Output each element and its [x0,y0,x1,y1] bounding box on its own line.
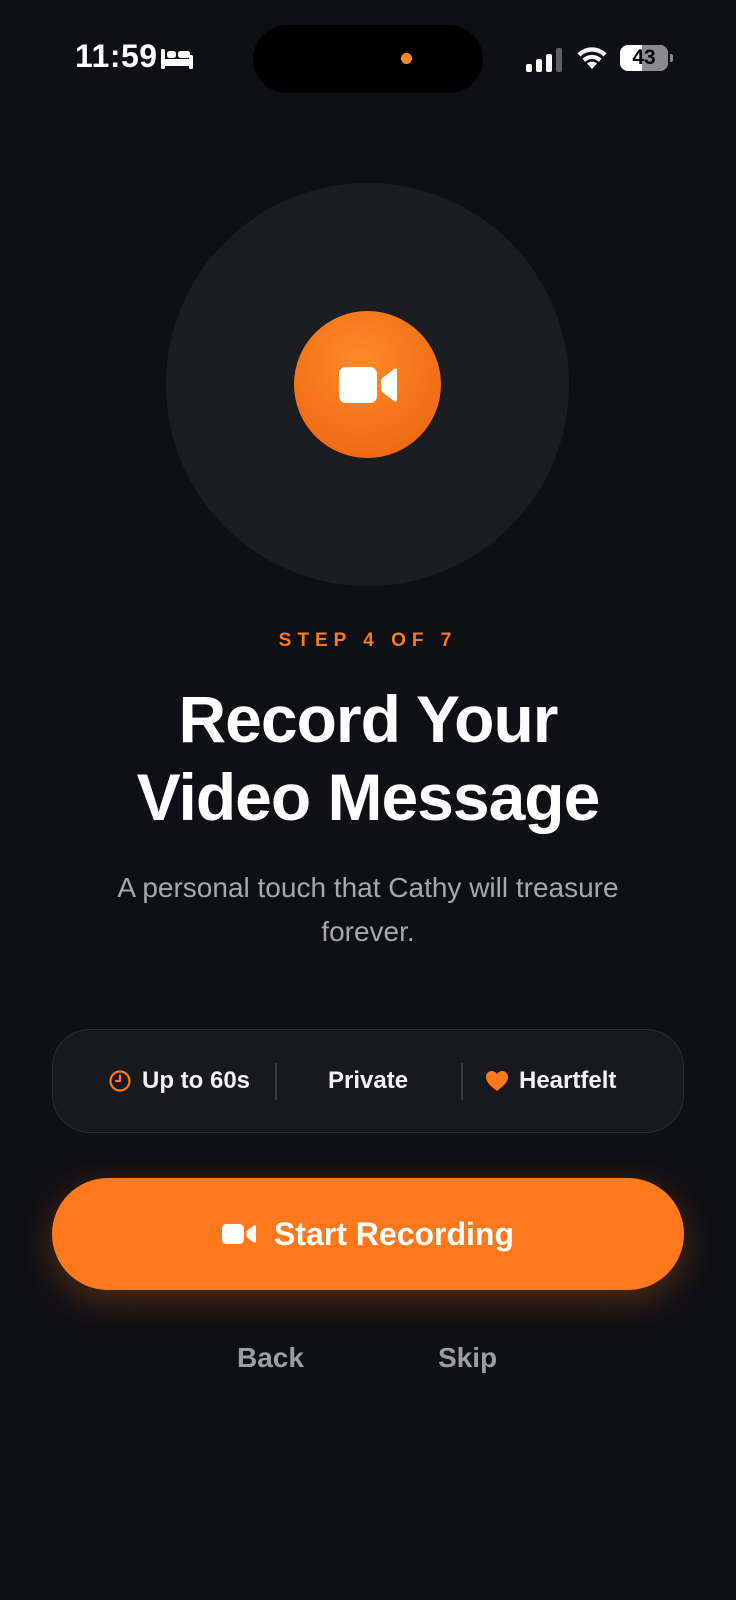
wifi-icon [577,47,607,69]
feature-privacy-label: Private [328,1067,409,1094]
feature-duration: Up to 60s [108,1030,250,1132]
video-camera-icon [338,366,397,403]
feature-privacy: Private [328,1030,408,1132]
page-title-line-2: Video Message [136,760,601,834]
heart-icon [486,1071,508,1091]
page-title: Record Your Video Message [0,680,736,836]
skip-button[interactable]: Skip [438,1342,497,1374]
battery-level: 43 [632,46,656,69]
start-recording-label: Start Recording [273,1215,515,1252]
dynamic-island [253,25,483,93]
feature-pill: Up to 60s Private Heartfelt [52,1029,684,1133]
clock-icon [109,1070,131,1092]
page-title-line-1: Record Your [178,682,559,756]
page-subtitle: A personal touch that Cathy will treasur… [117,872,619,947]
feature-duration-label: Up to 60s [142,1067,251,1094]
feature-heartfelt-label: Heartfelt [519,1067,617,1094]
recording-indicator-dot [401,53,412,64]
battery-body: 43 [620,45,668,71]
bed-icon [161,49,193,69]
feature-divider [461,1063,463,1100]
step-indicator: STEP 4 OF 7 [278,630,458,651]
video-camera-icon [221,1224,256,1244]
feature-heartfelt: Heartfelt [485,1030,616,1132]
battery-tip [670,54,673,62]
feature-divider [275,1063,277,1100]
battery-indicator: 43 [620,45,673,71]
cellular-signal-icon [526,48,562,72]
status-bar: 11:59 43 [0,0,736,110]
camera-badge [294,311,441,458]
back-button[interactable]: Back [237,1342,304,1374]
status-time: 11:59 [75,38,158,74]
start-recording-button[interactable]: Start Recording [52,1178,684,1290]
